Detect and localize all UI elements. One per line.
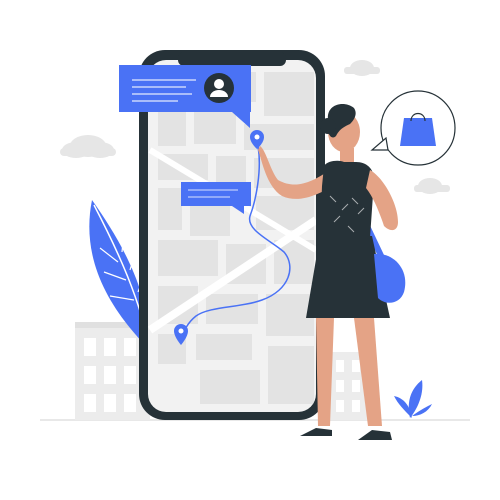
illustration <box>0 0 500 500</box>
small-plant <box>394 380 432 418</box>
user-icon <box>204 73 234 103</box>
cloud <box>414 178 450 194</box>
cloud <box>344 60 380 76</box>
navigation-illustration <box>40 50 470 440</box>
cloud <box>60 135 116 158</box>
shopping-bag-icon <box>400 112 436 146</box>
shopping-thought-bubble <box>370 90 456 166</box>
